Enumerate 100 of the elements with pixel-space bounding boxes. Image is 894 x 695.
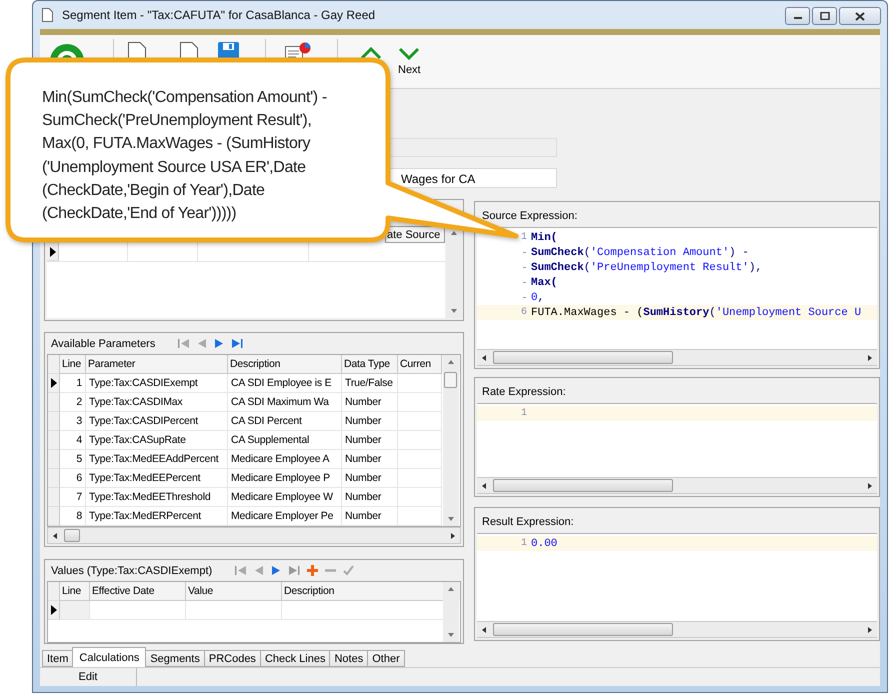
column-header[interactable]: Parameter <box>86 355 228 374</box>
table-cell: CA SDI Percent <box>228 412 342 431</box>
code-line: SumCheck('Compensation Amount') - <box>531 246 749 258</box>
table-cell: Type:Tax:MedEEAddPercent <box>86 450 228 469</box>
next-record-icon[interactable] <box>271 566 282 575</box>
table-cell: 1 <box>60 374 86 393</box>
tab[interactable]: Calculations <box>72 647 146 667</box>
previous-record-icon[interactable] <box>254 566 264 575</box>
line-number: 6 <box>520 307 527 318</box>
panel-title: Result Expression: <box>481 515 575 530</box>
minimize-button[interactable] <box>785 7 810 25</box>
table-cell: Number <box>342 412 398 431</box>
table-cell: CA Supplemental <box>228 431 342 450</box>
gutter-tick <box>523 267 526 268</box>
status-text: Edit <box>40 668 137 686</box>
table-cell <box>398 488 442 507</box>
callout-text: Min(SumCheck('Compensation Amount') - SumCheck('PreUnemployment Result'), Max(0, FUTA.MaxWages - (SumHistory ('Unemployment Source USA ER',Date (CheckDate,'Begin of Year'),Date (CheckDate,'End of Year'))))) <box>42 88 327 224</box>
column-header[interactable]: Data Type <box>342 355 398 374</box>
vertical-scrollbar[interactable] <box>443 582 459 642</box>
first-record-icon[interactable] <box>235 566 248 575</box>
code-editor[interactable]: 1 Min( SumCheck('Compensation Amount') - SumCheck('PreUnemployment Result'), Max( 0, 6 FUTA.MaxWages - (SumHistory('Unemployment Source U <box>477 227 877 349</box>
table-cell: Number <box>342 450 398 469</box>
panel-title: Values (Type:Tax:CASDIExempt) <box>51 564 212 576</box>
row-selector[interactable] <box>48 374 60 393</box>
code-line: Max( <box>531 276 558 288</box>
horizontal-scrollbar[interactable] <box>47 527 461 544</box>
column-header[interactable]: Value <box>186 582 282 601</box>
horizontal-scrollbar[interactable] <box>477 349 877 366</box>
tab[interactable]: Item <box>42 650 74 667</box>
table-cell: Type:Tax:CASDIExempt <box>86 374 228 393</box>
column-header[interactable]: Curren <box>398 355 442 374</box>
previous-record-icon[interactable] <box>197 339 208 348</box>
tab[interactable]: Check Lines <box>260 650 330 667</box>
tab[interactable]: Notes <box>329 650 368 667</box>
line-number: 1 <box>520 538 527 549</box>
table-cell: 2 <box>60 393 86 412</box>
code-line: 0, <box>531 292 544 304</box>
table-cell <box>398 450 442 469</box>
tab[interactable]: Other <box>367 650 405 667</box>
table-cell: Number <box>342 507 398 526</box>
table-cell: Medicare Employee A <box>228 450 342 469</box>
table-cell <box>398 393 442 412</box>
panel-title: Available Parameters <box>51 338 156 350</box>
table-cell: Medicare Employee W <box>228 488 342 507</box>
row-selector[interactable] <box>48 601 60 620</box>
close-button[interactable] <box>839 7 881 25</box>
table-cell <box>398 412 442 431</box>
table-cell: Type:Tax:MedERPercent <box>86 507 228 526</box>
checkmark-icon[interactable] <box>343 565 354 576</box>
table-cell: Type:Tax:CASDIPercent <box>86 412 228 431</box>
gutter-tick <box>523 282 526 283</box>
maximize-button[interactable] <box>812 7 837 25</box>
table-cell: CA SDI Employee is E <box>228 374 342 393</box>
column-header[interactable]: ate Source <box>385 226 445 243</box>
panel-title: Rate Expression: <box>481 385 567 400</box>
last-record-icon[interactable] <box>288 566 300 575</box>
row-indicator-icon <box>50 246 56 256</box>
table-cell: Type:Tax:CASupRate <box>86 431 228 450</box>
add-icon[interactable] <box>307 565 318 576</box>
table-cell <box>398 374 442 393</box>
tab[interactable]: Segments <box>145 650 205 667</box>
code-line: FUTA.MaxWages - (SumHistory('Unemployment Source U <box>531 306 862 318</box>
table-cell: Number <box>342 393 398 412</box>
row-indicator-icon <box>50 605 56 615</box>
column-header[interactable]: Effective Date <box>90 582 186 601</box>
vertical-scrollbar[interactable] <box>443 355 459 526</box>
first-record-icon[interactable] <box>178 339 190 348</box>
code-line: 0.00 <box>531 538 558 550</box>
table-cell <box>398 431 442 450</box>
table-cell: Type:Tax:MedEEPercent <box>86 469 228 488</box>
table-cell: True/False <box>342 374 398 393</box>
maximize-icon <box>820 12 830 20</box>
table-cell: Type:Tax:MedEEThreshold <box>86 488 228 507</box>
last-record-icon[interactable] <box>231 339 244 348</box>
line-number: 1 <box>520 232 527 243</box>
chevron-up-icon[interactable] <box>360 47 382 60</box>
horizontal-scrollbar[interactable] <box>477 621 877 638</box>
horizontal-scrollbar[interactable] <box>477 477 877 494</box>
table-cell: Medicare Employer Pe <box>228 507 342 526</box>
column-header[interactable]: Description <box>228 355 342 374</box>
code-editor[interactable]: 1 0.00 <box>477 533 877 621</box>
document-icon <box>42 8 53 22</box>
next-record-icon[interactable] <box>214 339 224 348</box>
line-number: 1 <box>520 408 527 419</box>
panel-title: Source Expression: <box>481 209 578 224</box>
table-cell: 7 <box>60 488 86 507</box>
vertical-scrollbar[interactable] <box>446 226 462 318</box>
close-icon <box>855 12 865 20</box>
table-cell: Medicare Employee P <box>228 469 342 488</box>
table-cell: Number <box>342 488 398 507</box>
chevron-down-icon <box>398 47 420 60</box>
column-header[interactable]: Line <box>60 355 86 374</box>
code-line: SumCheck('PreUnemployment Result'), <box>531 262 762 274</box>
table-cell: 6 <box>60 469 86 488</box>
tab[interactable]: PRCodes <box>204 650 261 667</box>
window-title: Segment Item - "Tax:CAFUTA" for CasaBlanca - Gay Reed <box>62 8 376 22</box>
table-cell: 8 <box>60 507 86 526</box>
gutter-tick <box>523 252 526 253</box>
table-cell <box>398 469 442 488</box>
next-button[interactable]: Next <box>398 47 421 76</box>
